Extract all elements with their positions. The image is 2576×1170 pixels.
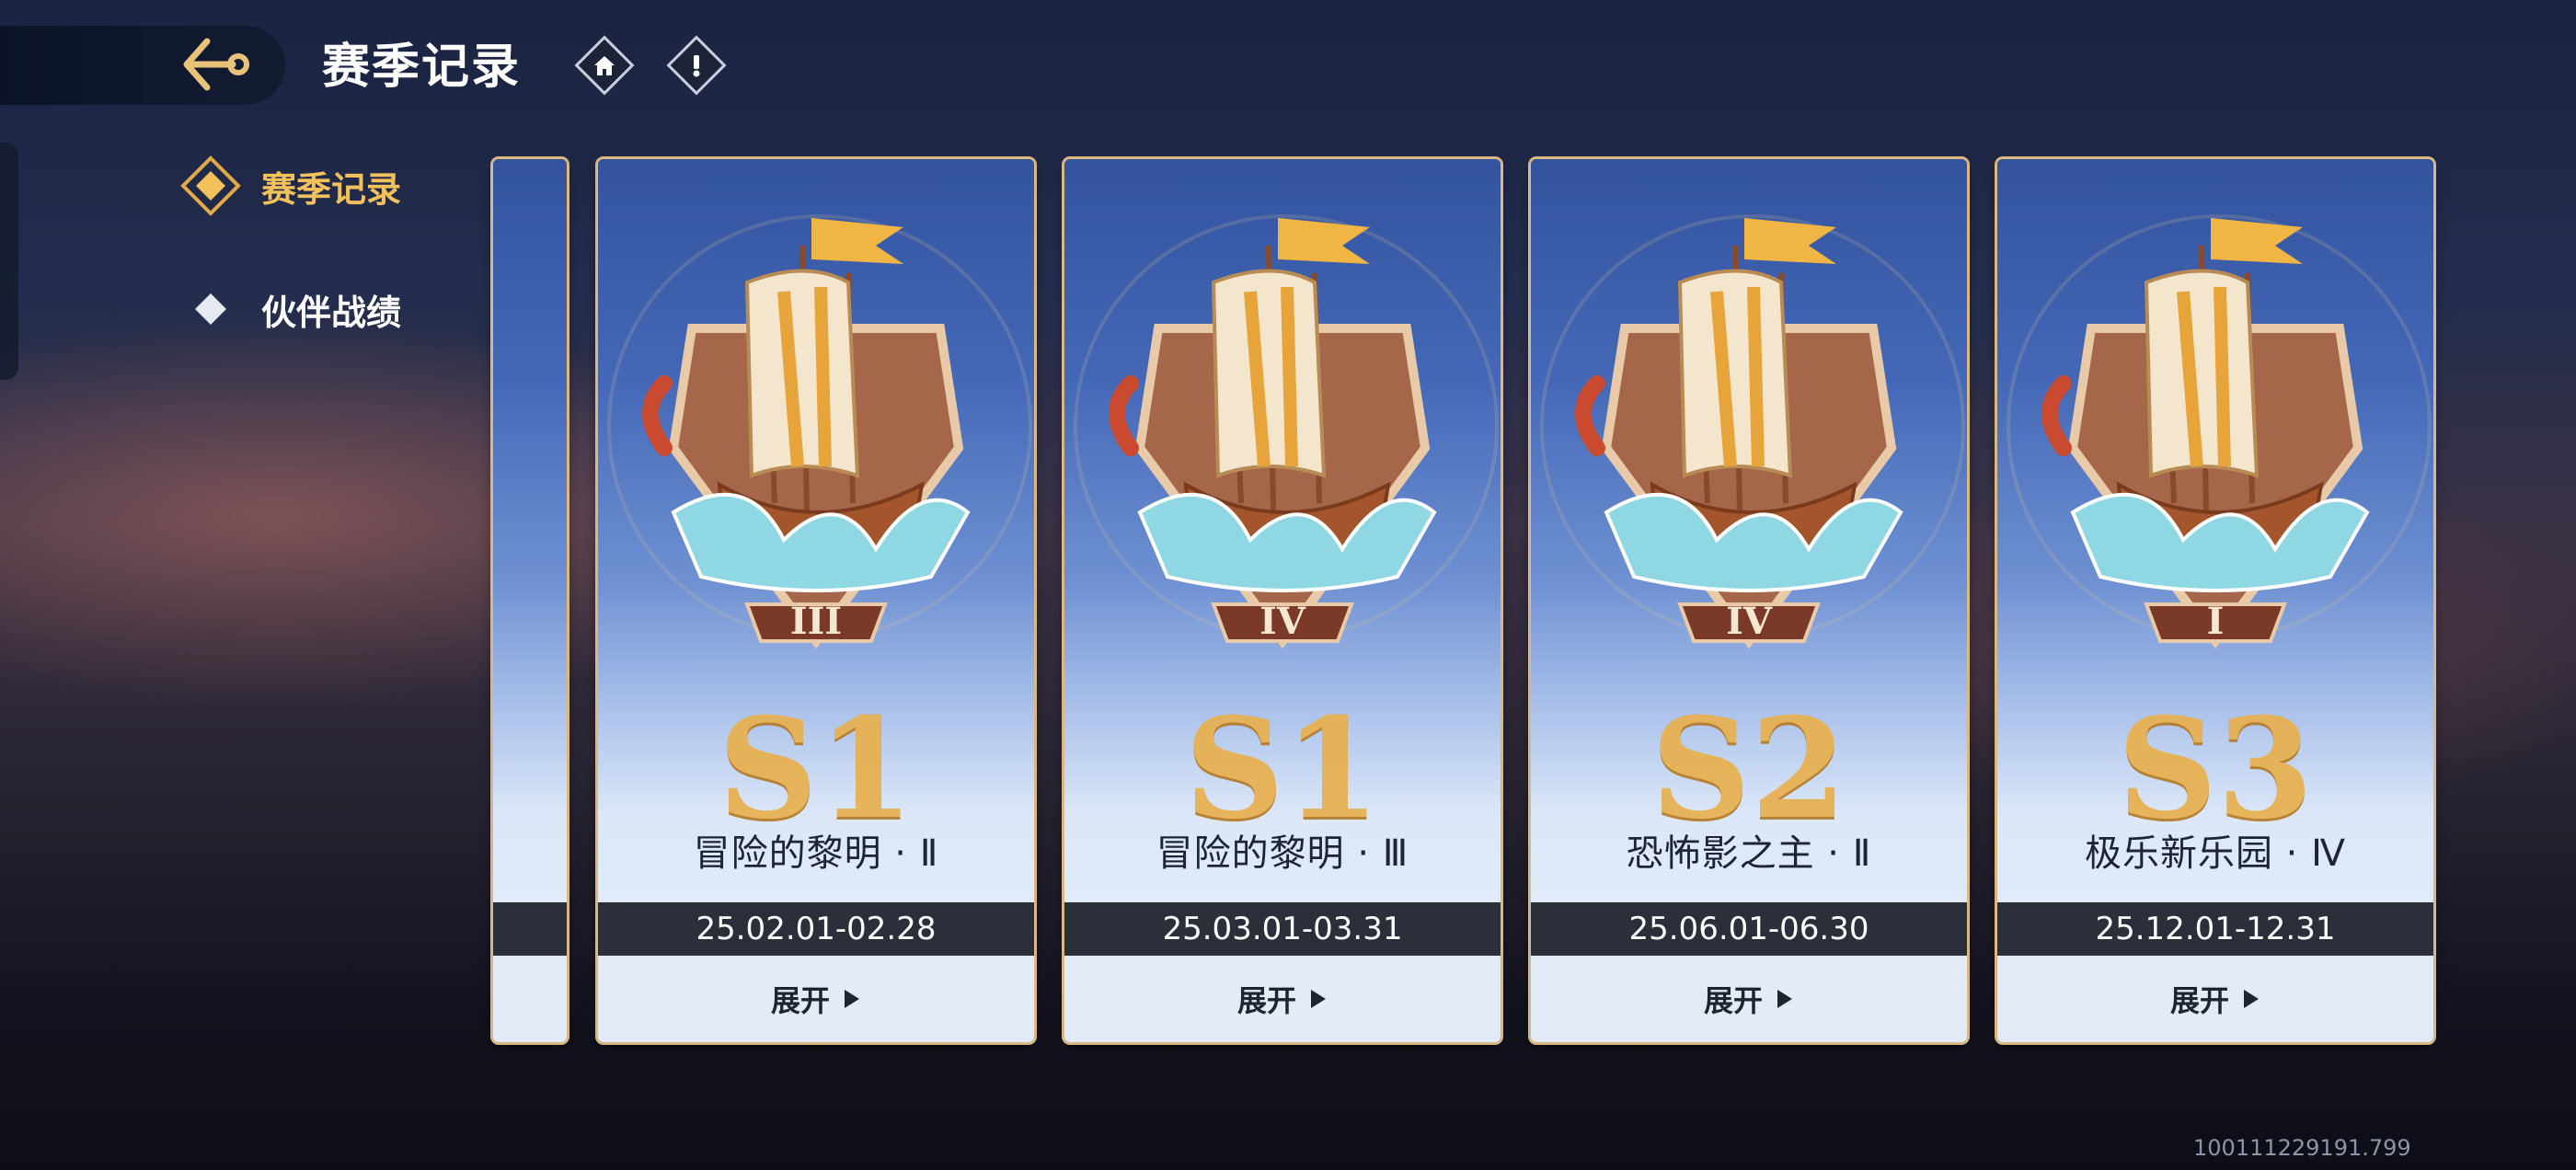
ship-emblem-icon: IV	[1109, 218, 1437, 649]
season-number: S1	[718, 688, 914, 850]
nav-item-partner-records[interactable]: 伙伴战绩	[180, 281, 401, 337]
expand-button[interactable]: 展开	[1997, 956, 2433, 1042]
info-button[interactable]	[666, 35, 727, 96]
nav-item-season-records[interactable]: 赛季记录	[180, 155, 402, 216]
season-card[interactable]: IV S1 冒险的黎明 · Ⅲ 25.03.01-03.31 展开	[1064, 159, 1501, 1042]
season-dates: 25.02.01-02.28	[598, 902, 1034, 956]
svg-text:IV: IV	[1726, 600, 1773, 643]
expand-label: 展开	[1236, 983, 1296, 1018]
season-name: 恐怖影之主 · Ⅱ	[1626, 832, 1872, 875]
back-button[interactable]	[177, 31, 256, 98]
season-name: 冒险的黎明 · Ⅱ	[693, 832, 939, 875]
build-id: 100111229191.799	[2193, 1135, 2411, 1161]
home-button[interactable]	[574, 35, 635, 96]
page-title: 赛季记录	[322, 40, 522, 95]
anchor-back-icon	[183, 38, 249, 91]
season-dates: 25.03.01-03.31	[1064, 902, 1501, 956]
season-number: S2	[1650, 688, 1847, 850]
season-dates: 25.12.01-12.31	[1997, 902, 2433, 956]
play-arrow-icon	[1777, 990, 1792, 1008]
nav-label: 赛季记录	[261, 168, 402, 210]
diamond-icon	[195, 293, 226, 325]
expand-label: 展开	[2169, 983, 2229, 1018]
diamond-selected-icon	[180, 155, 241, 216]
season-number: S3	[2117, 688, 2314, 850]
play-arrow-icon	[2244, 990, 2259, 1008]
play-arrow-icon	[845, 990, 859, 1008]
expand-button[interactable]: 展开	[1064, 956, 1501, 1042]
expand-label: 展开	[1703, 983, 1763, 1018]
season-dates: 25.06.01-06.30	[1531, 902, 1967, 956]
season-name: 极乐新乐园 · Ⅳ	[2084, 832, 2347, 875]
ship-emblem-icon: IV	[1575, 218, 1903, 649]
side-rail	[0, 143, 18, 380]
season-card[interactable]: I S3 极乐新乐园 · Ⅳ 25.12.01-12.31 展开	[1997, 159, 2433, 1042]
ship-emblem-icon: III	[642, 218, 971, 649]
nav-label: 伙伴战绩	[261, 292, 402, 333]
ship-emblem-icon: I	[2041, 218, 2370, 649]
season-card[interactable]: IV S2 恐怖影之主 · Ⅱ 25.06.01-06.30 展开	[1531, 159, 1967, 1042]
home-icon	[594, 56, 615, 75]
season-card-partial[interactable]	[493, 159, 567, 1042]
expand-button[interactable]: 展开	[1531, 956, 1967, 1042]
season-number: S1	[1184, 688, 1381, 850]
exclamation-icon	[693, 55, 700, 77]
svg-text:I: I	[2207, 600, 2225, 643]
svg-text:III: III	[790, 600, 842, 643]
play-arrow-icon	[1311, 990, 1326, 1008]
expand-label: 展开	[770, 983, 830, 1018]
season-name: 冒险的黎明 · Ⅲ	[1156, 832, 1409, 875]
expand-button[interactable]: 展开	[598, 956, 1034, 1042]
svg-text:IV: IV	[1259, 600, 1306, 643]
season-card[interactable]: III S1 冒险的黎明 · Ⅱ 25.02.01-02.28 展开	[598, 159, 1034, 1042]
